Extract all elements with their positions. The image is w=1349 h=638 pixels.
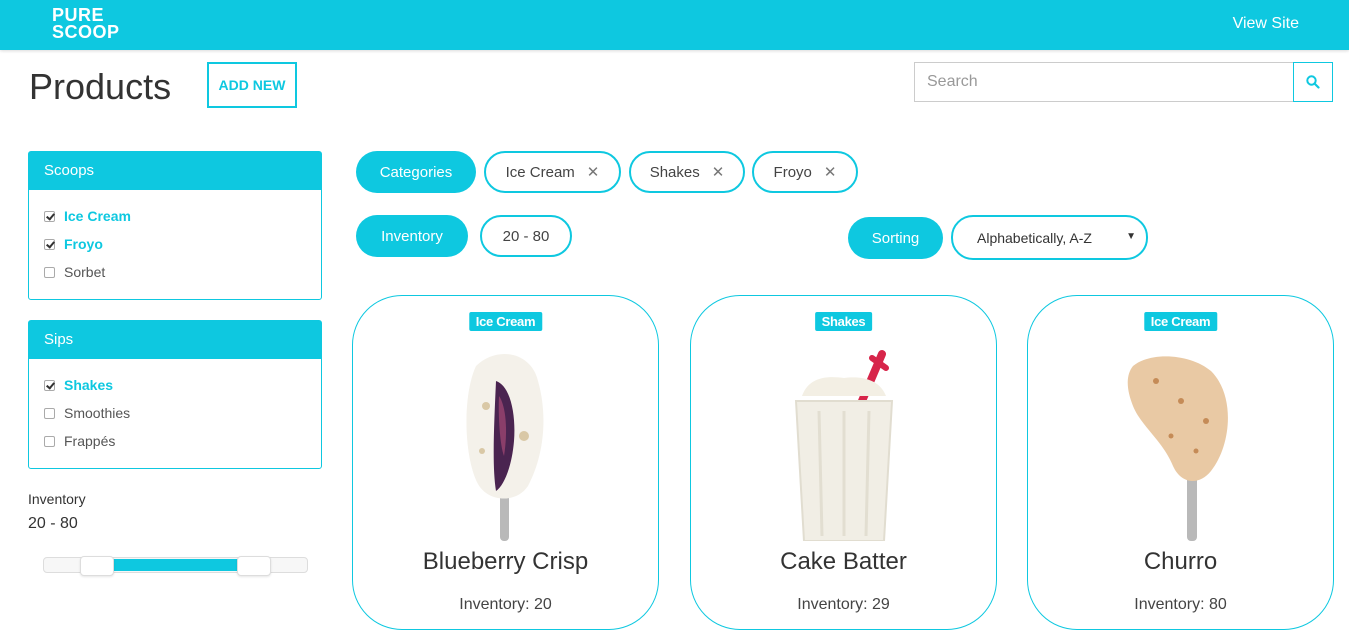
- froyo-checkbox[interactable]: [44, 238, 55, 250]
- inventory-range-slider[interactable]: [43, 556, 308, 576]
- sorting-pill[interactable]: Sorting: [848, 217, 943, 259]
- search-icon: [1306, 75, 1320, 89]
- caret-down-icon: ▼: [1126, 231, 1136, 242]
- scoops-filter-panel: Scoops Ice Cream Froyo Sorbet: [28, 151, 322, 300]
- product-inventory: Inventory: 29: [797, 596, 890, 613]
- shakes-checkbox[interactable]: [44, 379, 55, 391]
- sips-panel-title: Sips: [29, 321, 321, 359]
- blueberry-crisp-scoop-image: [465, 354, 543, 541]
- slider-handle-min[interactable]: [79, 556, 114, 576]
- filter-smoothies[interactable]: Smoothies: [44, 399, 306, 427]
- filter-shakes[interactable]: Shakes: [44, 371, 306, 399]
- sorbet-checkbox[interactable]: [44, 266, 55, 278]
- product-name: Churro: [1143, 548, 1218, 575]
- filter-label: Shakes: [64, 377, 114, 393]
- inventory-range-text: 20 - 80: [28, 515, 78, 532]
- inventory-value-pill[interactable]: 20 - 80: [480, 215, 572, 257]
- view-site-link[interactable]: View Site: [1233, 15, 1299, 33]
- churro-scoop-image: [1127, 356, 1228, 541]
- tag-froyo[interactable]: Froyo ✕: [752, 151, 858, 193]
- product-inventory: Inventory: 80: [1134, 596, 1227, 613]
- remove-tag-icon[interactable]: ✕: [824, 163, 837, 181]
- product-card[interactable]: Ice Cream Blueberry Crisp Inventory: 20: [352, 295, 659, 630]
- remove-tag-icon[interactable]: ✕: [587, 163, 600, 181]
- filter-frappes[interactable]: Frappés: [44, 427, 306, 455]
- slider-handle-max[interactable]: [237, 556, 272, 576]
- filter-label: Froyo: [64, 236, 103, 252]
- filter-label: Smoothies: [64, 405, 131, 421]
- sorting-value: Alphabetically, A-Z: [977, 229, 1092, 246]
- tag-shakes[interactable]: Shakes ✕: [629, 151, 745, 193]
- top-navbar: PURE SCOOP View Site: [0, 0, 1349, 50]
- filter-sorbet[interactable]: Sorbet: [44, 258, 306, 286]
- category-badge: Ice Cream: [468, 312, 543, 331]
- category-badge: Ice Cream: [1143, 312, 1218, 331]
- page-title: Products: [29, 66, 172, 107]
- tag-label: Froyo: [773, 163, 812, 181]
- tag-label: Ice Cream: [505, 163, 575, 181]
- inventory-label: Inventory: [28, 491, 86, 507]
- pure-scoop-logo[interactable]: PURE SCOOP: [52, 6, 120, 42]
- filter-label: Ice Cream: [64, 208, 131, 224]
- product-inventory: Inventory: 20: [459, 596, 552, 613]
- logo-line-2: SCOOP: [52, 22, 120, 42]
- filter-froyo[interactable]: Froyo: [44, 230, 306, 258]
- frappes-checkbox[interactable]: [44, 435, 55, 447]
- filter-label: Frappés: [64, 433, 116, 449]
- scoops-panel-title: Scoops: [29, 152, 321, 190]
- tag-ice-cream[interactable]: Ice Cream ✕: [484, 151, 621, 193]
- slider-selected-range: [96, 559, 255, 571]
- inventory-pill[interactable]: Inventory: [356, 215, 468, 257]
- product-name: Blueberry Crisp: [422, 548, 589, 575]
- filter-label: Sorbet: [64, 264, 106, 280]
- product-card[interactable]: Ice Cream Churro Inventory: 80: [1027, 295, 1334, 630]
- filter-ice-cream[interactable]: Ice Cream: [44, 202, 306, 230]
- product-name: Cake Batter: [780, 548, 907, 575]
- ice-cream-checkbox[interactable]: [44, 210, 55, 222]
- cake-batter-shake-image: [794, 350, 893, 541]
- search-button[interactable]: [1293, 62, 1333, 102]
- smoothies-checkbox[interactable]: [44, 407, 55, 419]
- category-badge: Shakes: [814, 312, 873, 331]
- search-input[interactable]: [914, 62, 1294, 102]
- product-card[interactable]: Shakes Cake Batter Inventory: 29: [690, 295, 997, 630]
- tag-label: Shakes: [649, 163, 700, 181]
- sorting-select[interactable]: Alphabetically, A-Z ▼: [951, 215, 1148, 260]
- add-new-button[interactable]: ADD NEW: [207, 62, 297, 108]
- categories-pill[interactable]: Categories: [356, 151, 476, 193]
- remove-tag-icon[interactable]: ✕: [712, 163, 725, 181]
- sips-filter-panel: Sips Shakes Smoothies Frappés: [28, 320, 322, 469]
